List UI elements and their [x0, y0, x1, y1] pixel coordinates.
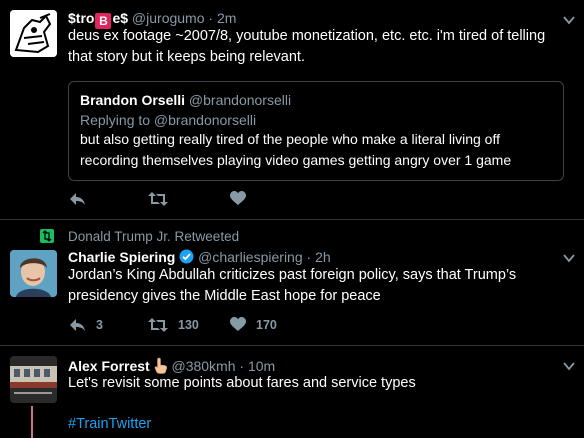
tweet-2[interactable]: Donald Trump Jr. Retweeted Charlie Spier…: [0, 220, 584, 346]
reply-icon: [70, 193, 85, 205]
quoted-tweet[interactable]: Brandon Orselli @brandonorselli Replying…: [68, 81, 564, 181]
user-handle[interactable]: @380kmh: [171, 358, 235, 374]
retweet-count: 130: [178, 318, 199, 332]
thread-line: [31, 406, 33, 438]
reply-button[interactable]: 3: [68, 317, 103, 333]
avatar[interactable]: [10, 10, 57, 57]
chevron-down-icon[interactable]: [562, 251, 576, 265]
timestamp[interactable]: 2h: [315, 249, 331, 265]
avatar-photo: [10, 250, 57, 297]
like-icon: [230, 191, 246, 205]
quote-display-name: Brandon Orselli: [80, 92, 186, 108]
quote-text: but also getting really tired of the peo…: [80, 131, 512, 168]
timestamp[interactable]: 10m: [248, 358, 275, 374]
tweet-1[interactable]: $tro Be$ @jurogumo · 2m deus ex footage ~…: [0, 0, 584, 220]
display-name[interactable]: Charlie Spiering: [68, 249, 175, 265]
tweet-3[interactable]: Alex Forrest @380kmh · 10m Let's revisit…: [0, 346, 584, 438]
display-name[interactable]: $tro Be$: [68, 10, 128, 29]
hashtag-link[interactable]: #TrainTwitter: [68, 414, 568, 435]
replying-to-text: Replying to @brandonorselli: [80, 112, 257, 128]
like-icon: [230, 317, 246, 331]
user-handle[interactable]: @charliespiering: [198, 249, 302, 265]
reply-button[interactable]: [68, 191, 86, 207]
tweet-text: deus ex footage ~2007/8, youtube monetiz…: [68, 28, 546, 65]
reply-count: 3: [96, 318, 103, 332]
retweet-button[interactable]: [148, 191, 168, 207]
tweet-text: Jordan’s King Abdullah criticizes past f…: [68, 267, 517, 304]
retweet-icon: [148, 192, 168, 206]
retweet-button[interactable]: 130: [148, 317, 199, 333]
chevron-down-icon[interactable]: [562, 359, 576, 373]
like-count: 170: [256, 317, 277, 332]
separator-dot: ·: [208, 10, 214, 26]
timestamp[interactable]: 2m: [217, 10, 236, 26]
separator-dot: ·: [306, 249, 312, 265]
quote-header: Brandon Orselli @brandonorselli: [80, 92, 291, 108]
tweet-text: Let's revisit some points about fares an…: [68, 375, 416, 391]
quote-user-handle: @brandonorselli: [188, 92, 292, 108]
retweet-icon: [148, 318, 168, 332]
retweet-context[interactable]: Donald Trump Jr. Retweeted: [68, 229, 239, 244]
display-name[interactable]: Alex Forrest: [68, 358, 150, 374]
avatar-photo: [10, 356, 57, 403]
user-handle[interactable]: @jurogumo: [132, 10, 205, 26]
avatar[interactable]: [10, 356, 57, 403]
like-button[interactable]: [230, 191, 246, 206]
retweet-indicator-icon: [40, 229, 54, 243]
chevron-down-icon[interactable]: [562, 13, 576, 27]
avatar-illustration: [10, 10, 57, 57]
like-button[interactable]: 170: [230, 317, 277, 332]
separator-dot: ·: [239, 358, 245, 374]
avatar[interactable]: [10, 250, 57, 297]
reply-icon: [70, 319, 85, 331]
